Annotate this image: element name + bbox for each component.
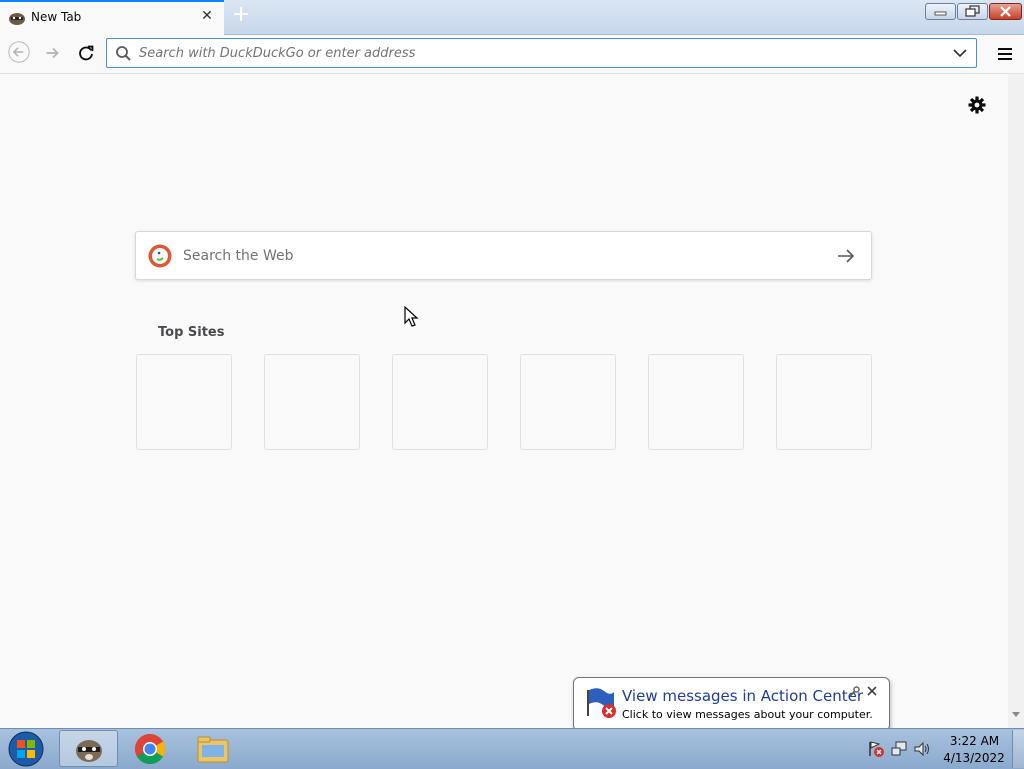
top-site-tile[interactable] <box>648 354 744 450</box>
gear-icon[interactable] <box>966 94 988 116</box>
forward-icon[interactable] <box>41 42 65 64</box>
network-icon[interactable] <box>890 740 908 758</box>
minimize-icon <box>934 11 947 16</box>
top-site-tile[interactable] <box>392 354 488 450</box>
show-desktop-button[interactable] <box>1012 730 1024 768</box>
top-site-tile[interactable] <box>520 354 616 450</box>
chevron-down-icon[interactable] <box>953 48 967 58</box>
tab-title: New Tab <box>31 10 82 24</box>
reload-icon[interactable] <box>74 42 98 64</box>
notification-text: Click to view messages about your comput… <box>622 708 873 721</box>
tab-close-icon[interactable]: ✕ <box>200 9 214 23</box>
new-tab-button[interactable]: + <box>230 4 252 26</box>
notification-close-icon[interactable] <box>867 686 877 696</box>
vertical-scrollbar[interactable] <box>1008 74 1024 728</box>
volume-icon[interactable] <box>913 740 931 758</box>
duckduckgo-logo-icon <box>148 244 172 268</box>
notification-title[interactable]: View messages in Action Center <box>622 687 863 705</box>
file-explorer-icon[interactable] <box>196 734 230 764</box>
raccoon-icon <box>76 740 102 762</box>
action-center-tray-icon[interactable] <box>867 740 885 758</box>
clock-time[interactable]: 3:22 AM <box>947 734 1002 748</box>
web-search-box[interactable]: Search the Web <box>135 231 872 280</box>
clock-date[interactable]: 4/13/2022 <box>940 751 1008 765</box>
restore-icon <box>965 5 980 17</box>
start-button[interactable] <box>6 730 46 768</box>
top-site-tile[interactable] <box>264 354 360 450</box>
action-center-flag-icon <box>587 688 616 718</box>
arrow-right-icon[interactable] <box>836 247 856 265</box>
scroll-down-arrow-icon[interactable] <box>1012 710 1020 718</box>
top-site-tile[interactable] <box>776 354 872 450</box>
tab-new-tab[interactable]: New Tab ✕ <box>0 0 224 35</box>
restore-button[interactable] <box>957 3 988 20</box>
search-icon <box>116 46 131 61</box>
wrench-icon[interactable] <box>848 686 860 698</box>
top-site-tile[interactable] <box>136 354 232 450</box>
hamburger-menu-icon[interactable] <box>994 43 1016 65</box>
taskbar: 3:22 AM 4/13/2022 <box>0 728 1024 769</box>
taskbar-browser-button[interactable] <box>59 730 118 767</box>
address-bar-placeholder: Search with DuckDuckGo or enter address <box>139 46 416 61</box>
raccoon-favicon-icon <box>9 13 25 25</box>
close-window-button[interactable] <box>989 3 1022 20</box>
mouse-cursor-icon <box>404 306 419 327</box>
top-sites-heading: Top Sites <box>158 325 225 340</box>
close-icon <box>1000 6 1011 17</box>
web-search-placeholder: Search the Web <box>183 248 294 264</box>
chrome-icon[interactable] <box>134 733 166 765</box>
minimize-button[interactable] <box>925 3 956 20</box>
back-icon[interactable] <box>7 41 31 63</box>
action-center-notification[interactable]: View messages in Action Center Click to … <box>573 677 890 731</box>
address-bar[interactable]: Search with DuckDuckGo or enter address <box>106 38 977 68</box>
